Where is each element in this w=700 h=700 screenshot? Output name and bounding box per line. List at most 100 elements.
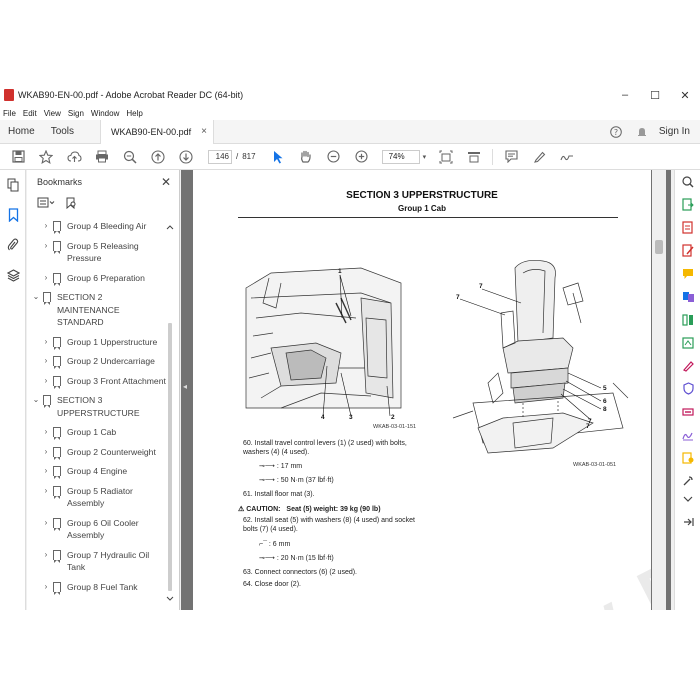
menu-edit[interactable]: Edit	[23, 109, 37, 118]
zoom-selector[interactable]: 74% ▾	[381, 149, 427, 164]
bookmark-item[interactable]: › Group 8 Fuel Tank	[27, 581, 167, 595]
tools-expand-icon[interactable]	[675, 492, 700, 506]
expand-chevron-icon[interactable]: ›	[41, 220, 51, 233]
expand-chevron-icon[interactable]: ›	[41, 465, 51, 478]
edit-pdf-icon[interactable]	[675, 239, 700, 262]
bookmark-item[interactable]: › Group 4 Bleeding Air	[27, 220, 167, 234]
bookmark-item[interactable]: › Group 5 Radiator Assembly	[27, 485, 167, 510]
expand-chevron-icon[interactable]: ›	[41, 517, 51, 530]
document-viewport[interactable]: ◂ www.EPCDEPO.COM SECTION 3 UPPERSTRUCTU…	[181, 170, 671, 610]
scrollbar-thumb[interactable]	[655, 240, 663, 254]
document-tab-close[interactable]: ×	[201, 126, 207, 137]
comment-icon[interactable]	[497, 146, 525, 168]
send-for-review-icon[interactable]	[675, 446, 700, 469]
main-toolbar: 146 / 817 74% ▾	[0, 144, 700, 170]
close-window-button[interactable]: ✕	[670, 84, 700, 106]
print-icon[interactable]	[88, 146, 116, 168]
bookmark-item[interactable]: › Group 3 Front Attachment	[27, 375, 167, 389]
collapse-chevron-icon[interactable]: ⌄	[31, 291, 41, 304]
minimize-button[interactable]: –	[610, 84, 640, 106]
expand-chevron-icon[interactable]: ›	[41, 240, 51, 253]
menu-sign[interactable]: Sign	[68, 109, 84, 118]
find-bookmark-icon[interactable]	[65, 197, 77, 212]
create-pdf-icon[interactable]	[675, 216, 700, 239]
hand-tool-icon[interactable]	[292, 146, 320, 168]
bookmark-label: Group 8 Fuel Tank	[67, 581, 138, 592]
layers-icon[interactable]	[0, 260, 26, 290]
zoom-level[interactable]: 74%	[381, 149, 420, 164]
draw-signature-icon[interactable]	[553, 146, 581, 168]
bookmark-item[interactable]: ⌄ SECTION 2 MAINTENANCE STANDARD	[27, 291, 167, 329]
bookmarks-scrollbar[interactable]	[166, 223, 174, 605]
bookmark-item[interactable]: › Group 1 Cab	[27, 426, 167, 440]
collapse-panel-arrow[interactable]: ◂	[183, 382, 187, 391]
highlight-pen-icon[interactable]	[525, 146, 553, 168]
redact-icon[interactable]	[675, 400, 700, 423]
tab-home[interactable]: Home	[0, 120, 43, 144]
bookmark-item[interactable]: › Group 2 Counterweight	[27, 446, 167, 460]
menu-view[interactable]: View	[44, 109, 61, 118]
fill-sign-icon[interactable]	[675, 354, 700, 377]
zoom-dropdown-icon[interactable]: ▾	[423, 153, 427, 161]
expand-chevron-icon[interactable]: ›	[41, 375, 51, 388]
bookmark-item[interactable]: › Group 1 Upperstructure	[27, 336, 167, 350]
close-bookmarks-button[interactable]: ✕	[161, 175, 171, 189]
caution-line: ⚠ CAUTION: Seat (5) weight: 39 kg (90 lb…	[238, 505, 381, 514]
current-page-input[interactable]: 146	[208, 149, 232, 164]
bookmark-item[interactable]: › Group 5 Releasing Pressure	[27, 240, 167, 265]
step-60-tool-line: ⊸⟶ : 17 mm	[259, 462, 302, 471]
save-icon[interactable]	[4, 146, 32, 168]
page-thumbnails-icon[interactable]	[0, 170, 26, 200]
page-fit-icon[interactable]	[432, 146, 460, 168]
menu-help[interactable]: Help	[126, 109, 142, 118]
collapse-chevron-icon[interactable]: ⌄	[31, 394, 41, 407]
expand-chevron-icon[interactable]: ›	[41, 549, 51, 562]
comment-tool-icon[interactable]	[675, 262, 700, 285]
tab-tools[interactable]: Tools	[43, 120, 82, 144]
expand-chevron-icon[interactable]: ›	[41, 272, 51, 285]
expand-chevron-icon[interactable]: ›	[41, 355, 51, 368]
bookmark-item[interactable]: › Group 4 Engine	[27, 465, 167, 479]
combine-files-icon[interactable]	[675, 285, 700, 308]
select-cursor-icon[interactable]	[264, 146, 292, 168]
bookmark-flag-icon	[53, 356, 61, 369]
maximize-button[interactable]: ☐	[640, 84, 670, 106]
bookmark-options-icon[interactable]	[37, 197, 55, 211]
bookmark-item[interactable]: › Group 6 Oil Cooler Assembly	[27, 517, 167, 542]
tab-document[interactable]: WKAB90-EN-00.pdf ×	[100, 119, 214, 144]
scroll-mode-icon[interactable]	[460, 146, 488, 168]
sign-in-link[interactable]: Sign In	[655, 126, 700, 137]
expand-chevron-icon[interactable]: ›	[41, 581, 51, 594]
zoom-in-icon[interactable]	[348, 146, 376, 168]
expand-chevron-icon[interactable]: ›	[41, 336, 51, 349]
expand-chevron-icon[interactable]: ›	[41, 426, 51, 439]
request-signature-icon[interactable]	[675, 423, 700, 446]
document-scrollbar[interactable]	[652, 170, 666, 610]
next-page-icon[interactable]	[172, 146, 200, 168]
attachments-icon[interactable]	[0, 230, 26, 260]
document-tab-label: WKAB90-EN-00.pdf	[111, 126, 192, 137]
bookmark-item[interactable]: › Group 6 Preparation	[27, 272, 167, 286]
bookmarks-icon[interactable]	[0, 200, 26, 230]
search-tool-icon[interactable]	[675, 170, 700, 193]
zoom-search-icon[interactable]	[116, 146, 144, 168]
expand-chevron-icon[interactable]: ›	[41, 485, 51, 498]
bookmark-item[interactable]: ⌄ SECTION 3 UPPERSTRUCTURE	[27, 394, 167, 419]
menu-file[interactable]: File	[3, 109, 16, 118]
more-tools-icon[interactable]	[675, 469, 700, 492]
cloud-upload-icon[interactable]	[60, 146, 88, 168]
notifications-bell-icon[interactable]	[629, 126, 655, 138]
protect-shield-icon[interactable]	[675, 377, 700, 400]
collapse-tools-icon[interactable]	[675, 510, 700, 533]
organize-pages-icon[interactable]	[675, 308, 700, 331]
scan-ocr-icon[interactable]	[675, 331, 700, 354]
zoom-out-icon[interactable]	[320, 146, 348, 168]
bookmark-item[interactable]: › Group 7 Hydraulic Oil Tank	[27, 549, 167, 574]
previous-page-icon[interactable]	[144, 146, 172, 168]
export-pdf-icon[interactable]	[675, 193, 700, 216]
bookmark-star-icon[interactable]	[32, 146, 60, 168]
bookmark-item[interactable]: › Group 2 Undercarriage	[27, 355, 167, 369]
help-icon[interactable]: ?	[603, 125, 629, 138]
menu-window[interactable]: Window	[91, 109, 119, 118]
expand-chevron-icon[interactable]: ›	[41, 446, 51, 459]
